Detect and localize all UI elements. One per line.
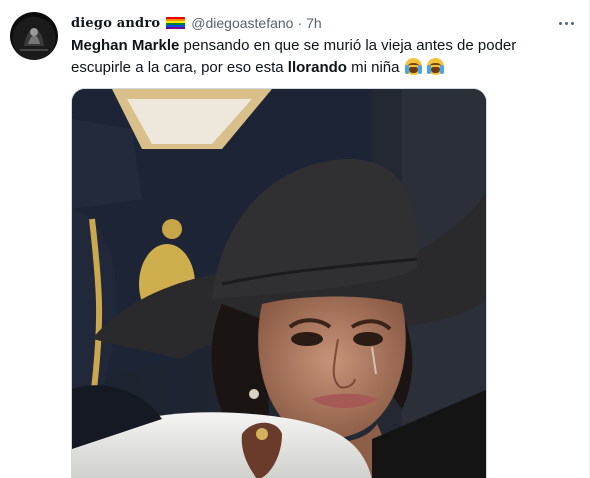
avatar[interactable] — [10, 12, 58, 60]
tweet-bold-name: Meghan Markle — [71, 37, 180, 54]
tweet-photo[interactable] — [71, 88, 487, 478]
tweet-header: diego andro @diegoastefano · 7h — [71, 13, 322, 33]
crying-face-icon — [426, 58, 444, 75]
more-options-icon[interactable] — [556, 14, 576, 32]
separator: · — [297, 15, 303, 31]
tweet-text-part2: mi niña — [346, 59, 404, 76]
tweet-text: Meghan Markle pensando en que se murió l… — [71, 35, 571, 79]
tweet-card[interactable]: diego andro @diegoastefano · 7h Meghan M… — [0, 0, 590, 478]
display-name[interactable]: diego andro — [71, 16, 160, 31]
tweet-bold-word: llorando — [287, 59, 347, 76]
rainbow-flag-icon — [166, 16, 186, 30]
timestamp[interactable]: 7h — [306, 15, 322, 31]
crying-face-icon — [404, 58, 422, 75]
handle[interactable]: @diegoastefano — [191, 15, 293, 31]
